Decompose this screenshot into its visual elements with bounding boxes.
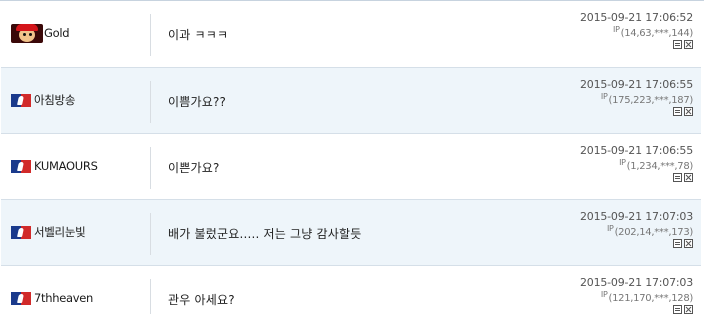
comment-date: 2015-09-21 17:07:03 (579, 276, 693, 289)
comment-date: 2015-09-21 17:06:55 (579, 144, 693, 157)
comment-date: 2015-09-21 17:06:55 (579, 78, 693, 91)
comment-row: 서벨리눈빛 배가 불렀군요..... 저는 그냥 감사할듯 2015-09-21… (1, 200, 701, 266)
comment-meta: 2015-09-21 17:06:55 IP(175,223,***,187) (580, 78, 693, 118)
mlb-icon (11, 291, 34, 305)
delete-icon[interactable] (684, 239, 693, 248)
edit-icon[interactable] (673, 107, 682, 116)
comment-text: 이과 ㅋㅋㅋ (168, 28, 229, 42)
edit-icon[interactable] (673, 239, 682, 248)
comment-row: KUMAOURS 이쁜가요? 2015-09-21 17:06:55 IP(1,… (1, 134, 701, 200)
comment-actions (580, 239, 693, 250)
comment-text: 이쁨가요?? (168, 95, 227, 109)
ip-label: IP (613, 25, 620, 34)
ip-address: (1,234,***,78) (626, 161, 694, 172)
comment-text: 이쁜가요? (168, 161, 220, 175)
comment-date: 2015-09-21 17:07:03 (579, 210, 693, 223)
mlb-icon (11, 159, 34, 173)
comment-author[interactable]: Gold (11, 23, 70, 43)
comment-ip: IP(1,234,***,78) (580, 158, 693, 172)
delete-icon[interactable] (684, 107, 693, 116)
comment-ip: IP(175,223,***,187) (580, 92, 693, 106)
comment-author[interactable]: 7thheaven (11, 288, 93, 308)
comment-row: 아침방송 이쁨가요?? 2015-09-21 17:06:55 IP(175,2… (1, 68, 701, 134)
comment-author[interactable]: 서벨리눈빛 (11, 222, 86, 242)
comment-author[interactable]: KUMAOURS (11, 156, 98, 176)
author-name[interactable]: KUMAOURS (34, 159, 98, 173)
comment-ip: IP(121,170,***,128) (580, 290, 693, 304)
ip-address: (202,14,***,173) (614, 227, 694, 238)
comment-text: 배가 불렀군요..... 저는 그냥 감사할듯 (168, 227, 362, 241)
ip-label: IP (619, 158, 626, 167)
comment-row: Gold 이과 ㅋㅋㅋ 2015-09-21 17:06:52 IP(14,63… (1, 1, 701, 68)
comment-actions (580, 173, 693, 184)
column-divider (150, 213, 151, 255)
edit-icon[interactable] (673, 40, 682, 49)
delete-icon[interactable] (684, 173, 693, 182)
comment-actions (580, 40, 693, 51)
comment-meta: 2015-09-21 17:07:03 IP(202,14,***,173) (580, 210, 693, 250)
mlb-icon (11, 225, 34, 239)
ip-address: (14,63,***,144) (620, 28, 694, 39)
delete-icon[interactable] (684, 40, 693, 49)
column-divider (150, 81, 151, 123)
ip-label: IP (600, 92, 608, 101)
column-divider (150, 147, 151, 189)
comment-author[interactable]: 아침방송 (11, 90, 75, 110)
ip-label: IP (606, 224, 614, 233)
comment-meta: 2015-09-21 17:06:52 IP(14,63,***,144) (580, 11, 693, 51)
edit-icon[interactable] (673, 173, 682, 182)
ip-address: (121,170,***,128) (608, 293, 694, 304)
comment-actions (580, 305, 693, 316)
ip-label: IP (600, 290, 608, 299)
comment-ip: IP(14,63,***,144) (580, 25, 693, 39)
column-divider (150, 279, 151, 314)
author-name[interactable]: Gold (44, 26, 70, 40)
comment-meta: 2015-09-21 17:07:03 IP(121,170,***,128) (580, 276, 693, 316)
avatar-icon (11, 23, 43, 43)
author-name[interactable]: 7thheaven (34, 291, 93, 305)
author-name[interactable]: 아침방송 (34, 92, 75, 108)
comment-actions (580, 107, 693, 118)
ip-address: (175,223,***,187) (608, 95, 694, 106)
comment-meta: 2015-09-21 17:06:55 IP(1,234,***,78) (580, 144, 693, 184)
comment-ip: IP(202,14,***,173) (580, 224, 693, 238)
comment-row: 7thheaven 관우 아세요? 2015-09-21 17:07:03 IP… (1, 266, 701, 314)
author-name[interactable]: 서벨리눈빛 (34, 224, 86, 240)
comment-text: 관우 아세요? (168, 293, 235, 307)
column-divider (150, 14, 151, 56)
comment-date: 2015-09-21 17:06:52 (579, 11, 693, 24)
comment-list: Gold 이과 ㅋㅋㅋ 2015-09-21 17:06:52 IP(14,63… (0, 0, 704, 314)
mlb-icon (11, 93, 34, 107)
